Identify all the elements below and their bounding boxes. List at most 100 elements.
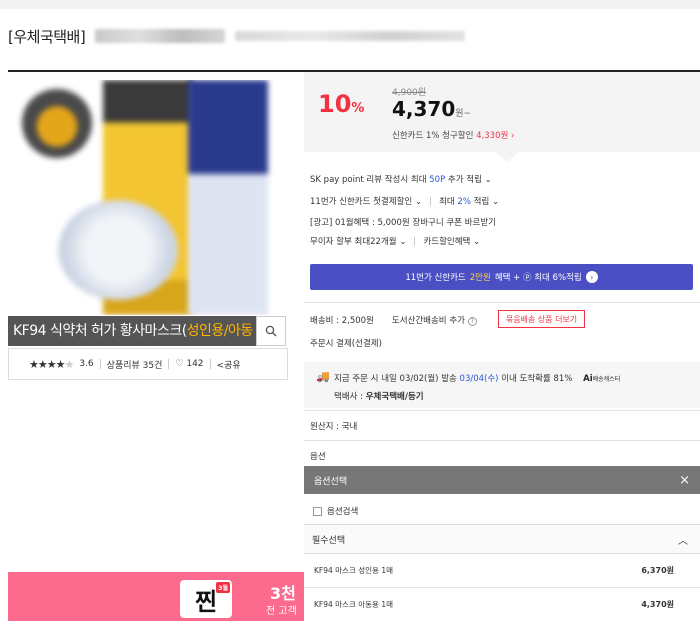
card-discount-link[interactable]: 신한카드 1% 청구할인 4,330원 › [392, 129, 514, 141]
option-item[interactable]: KF94 마스크 아동용 1매 4,370원 [304, 588, 700, 621]
option-search-label: 옵션검색 [327, 507, 359, 517]
bundle-more-button[interactable]: 묶음배송 상품 더보기 [498, 310, 585, 328]
discount-unit: % [351, 101, 365, 116]
chevron-down-icon: ⌄ [414, 197, 423, 207]
divider [304, 302, 700, 303]
option-name: KF94 마스크 아동용 1매 [314, 600, 393, 609]
discount-value: 10 [318, 90, 352, 118]
option-search-checkbox[interactable]: 옵션검색 [313, 505, 358, 517]
zzim-text: 찐 [194, 587, 218, 616]
caption-highlight: 성인용/아동 [186, 323, 254, 339]
badge-logo [22, 88, 92, 158]
benefit-card-first[interactable]: 11번가 신한카드 첫결제할인 ⌄ 최대 2% 적립 ⌄ [310, 195, 499, 207]
chevron-up-icon: ︿ [678, 535, 688, 547]
option-section-label: 옵션 [310, 452, 326, 462]
like-button[interactable]: ♡ 142 [175, 359, 203, 369]
benefit-rate: 2% [457, 197, 471, 207]
rating-bar: ★★★★★ 3.6 상품리뷰 35건 ♡ 142 <공유 [8, 348, 288, 380]
divider [304, 410, 700, 411]
share-icon: < [216, 360, 225, 371]
benefit-review-points[interactable]: SK pay point 리뷰 작성시 최대 50P 추가 적립 ⌄ [310, 173, 492, 185]
ai-prefix: Ai [583, 374, 593, 384]
price-panel: 10% 4,900원 4,370원~ 신한카드 1% 청구할인 4,330원 › [304, 72, 700, 152]
divider [430, 197, 432, 206]
required-label: 필수선택 [312, 535, 346, 546]
truck-icon: 🚚 [316, 370, 330, 383]
option-item[interactable]: KF94 마스크 성인용 1매 6,370원 [304, 554, 700, 588]
benefit-installment[interactable]: 무이자 할부 최대22개월 ⌄ 카드할인혜택 ⌄ [310, 235, 480, 247]
blurred-title-text [95, 29, 226, 43]
option-header-label: 옵션선택 [314, 476, 348, 487]
ai-label: 배송캐스터 [592, 376, 621, 383]
image-caption: KF94 식약처 허가 황사마스크(성인용/아동 [8, 316, 256, 346]
benefit-points: 50P [429, 175, 446, 185]
carrier-info: 택배사 : 우체국택배/등기 [334, 390, 424, 402]
promo-banner[interactable]: 찐 3월 3천 전 고객 [8, 572, 304, 621]
blue-package [188, 80, 268, 315]
product-title: [우체국택배] [8, 24, 466, 48]
banner-text: 혜택 + ⓟ 최대 6%적립 [494, 273, 582, 283]
option-name: KF94 마스크 성인용 1매 [314, 566, 393, 575]
benefit-text: 무이자 할부 최대22개월 [310, 237, 397, 247]
benefit-text: 11번가 신한카드 첫결제할인 [310, 197, 413, 207]
star-rating: ★★★★★ [29, 357, 74, 371]
price-panel-notch [495, 152, 519, 162]
zoom-button[interactable] [256, 316, 286, 346]
banner-highlight: 2만원 [469, 273, 491, 283]
product-image[interactable] [8, 80, 288, 315]
benefit-text: SK pay point 리뷰 작성시 최대 [310, 175, 427, 185]
card-discount-price: 4,330원 [476, 131, 509, 141]
close-icon[interactable]: × [679, 473, 690, 488]
checkbox[interactable] [313, 506, 322, 516]
shipping-fee: 배송비 : 2,500원 [310, 316, 374, 326]
ai-caster-logo: Ai배송캐스터 [583, 374, 620, 384]
sale-price-value: 4,370 [392, 97, 456, 121]
option-select-header[interactable]: 옵션선택 × [304, 466, 700, 494]
zzim-logo: 찐 3월 [180, 580, 232, 618]
delivery-estimate: 지금 주문 시 내일 03/02(월) 발송 03/04(수) 이내 도착확률 … [334, 372, 620, 384]
month-badge: 3월 [216, 582, 230, 593]
chevron-down-icon: ⌄ [399, 237, 407, 247]
chevron-down-icon: ⌄ [473, 237, 481, 247]
divider [414, 237, 416, 246]
banner-subtitle: 전 고객 [266, 606, 297, 617]
delivery-probability: 이내 도착확률 81% [501, 374, 573, 384]
share-button[interactable]: <공유 [217, 358, 241, 371]
chevron-right-icon: › [511, 131, 515, 141]
blurred-title-text [235, 31, 466, 41]
divider [304, 440, 700, 441]
divider [168, 359, 170, 369]
sale-price-unit: 원~ [455, 109, 472, 119]
delivery-text: 지금 주문 시 내일 03/02(월) 발송 [334, 374, 457, 384]
benefit-text: 추가 적립 [447, 175, 482, 185]
option-price: 6,370원 [641, 566, 674, 575]
carrier-value: 우체국택배/등기 [365, 392, 424, 402]
discount-rate: 10% [318, 90, 364, 118]
card-discount-label: 신한카드 1% 청구할인 [392, 131, 474, 141]
divider [209, 359, 211, 369]
top-bar [0, 0, 700, 9]
chevron-down-icon: ⌄ [484, 175, 492, 185]
origin-info: 원산지 : 국내 [310, 422, 358, 432]
chevron-down-icon: ⌄ [491, 197, 500, 207]
ad-coupon-link[interactable]: [광고] 01월혜택 : 5,000원 장바구니 쿠폰 바르받기 [310, 216, 496, 228]
required-option-toggle[interactable]: 필수선택 ︿ [304, 524, 700, 554]
shipping-fee-row: 배송비 : 2,500원 도서산간배송비 추가 ? [310, 314, 477, 326]
payment-info: 주문시 결제(선결제) [310, 339, 382, 349]
card-promo-banner[interactable]: 11번가 신한카드 2만원 혜택 + ⓟ 최대 6%적립 › [310, 264, 693, 290]
arrow-right-icon: › [585, 271, 598, 283]
benefit-text: 카드할인혜택 [423, 237, 471, 247]
carrier-label: 택배사 : [334, 392, 364, 402]
rating-value: 3.6 [79, 359, 94, 369]
heart-icon: ♡ [175, 359, 184, 369]
benefit-text: 적립 [473, 197, 490, 207]
review-link[interactable]: 상품리뷰 35건 [107, 358, 163, 371]
option-price: 4,370원 [641, 600, 674, 609]
mask-image [58, 200, 178, 300]
benefit-text: 최대 [439, 197, 455, 207]
help-icon[interactable]: ? [467, 317, 477, 326]
search-icon [265, 325, 277, 337]
title-tag: [우체국택배] [8, 27, 86, 46]
share-label: 공유 [224, 360, 241, 371]
caption-text: KF94 식약처 허가 황사마스크( [13, 323, 187, 339]
